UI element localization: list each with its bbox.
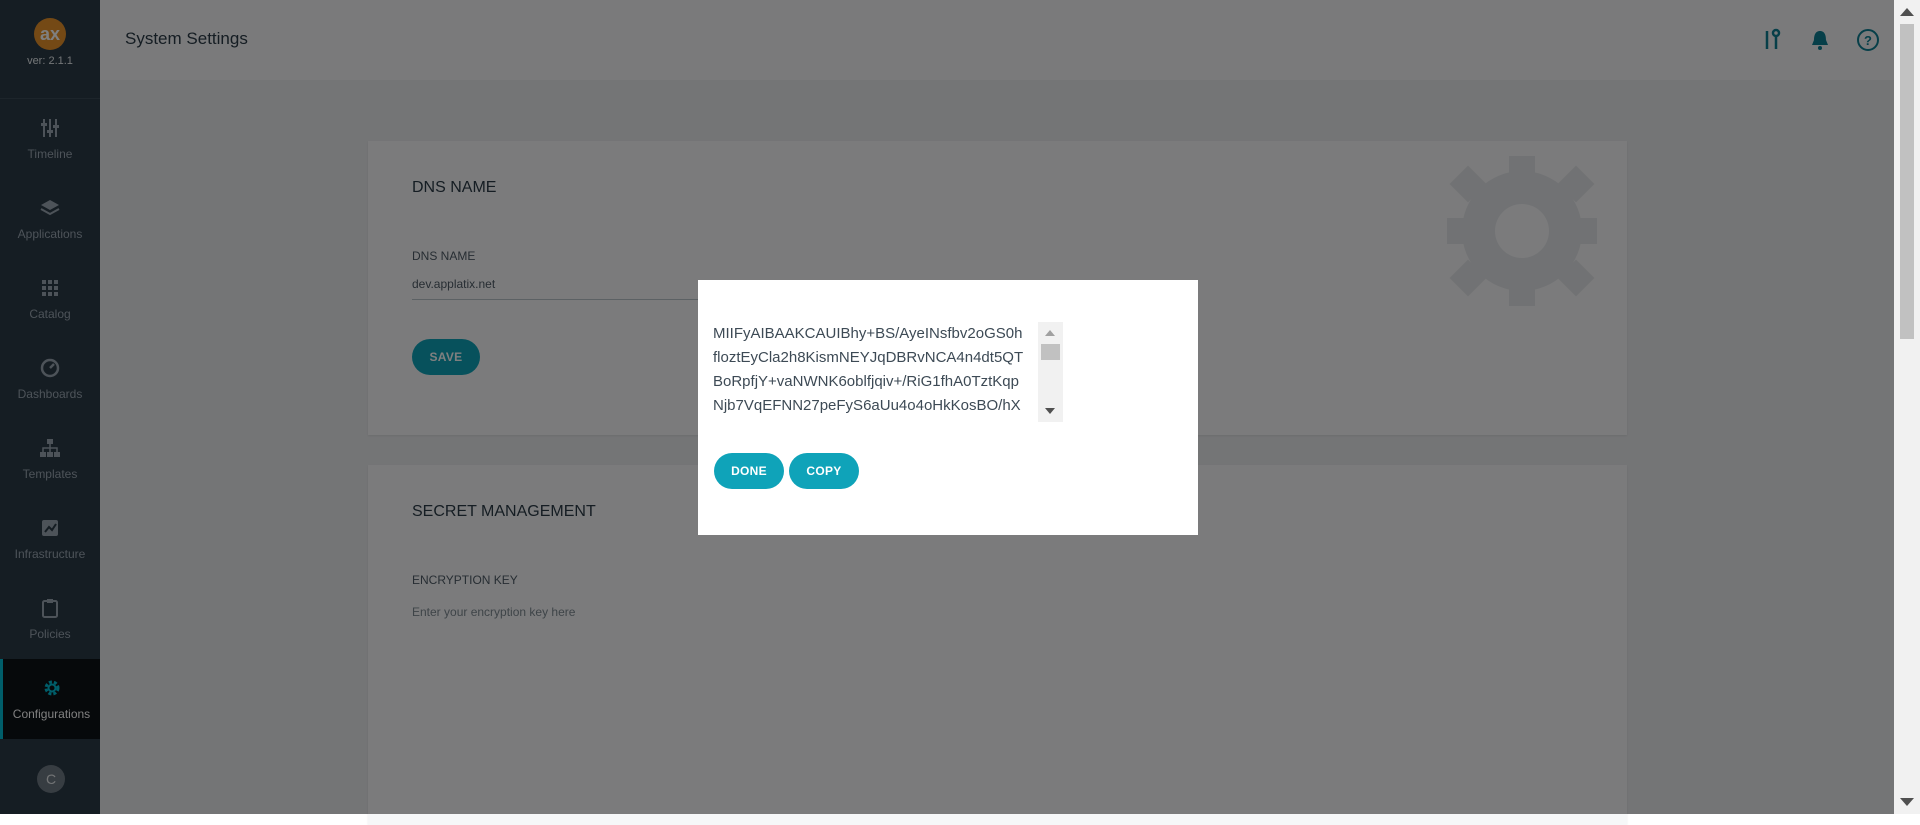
- copy-button[interactable]: COPY: [789, 453, 859, 489]
- key-scrollbar[interactable]: [1038, 322, 1063, 422]
- scroll-up-arrow-icon[interactable]: [1900, 8, 1914, 16]
- scroll-down-arrow-icon[interactable]: [1045, 408, 1055, 414]
- encryption-key-modal: MIIFyAIBAAKCAUIBhy+BS/AyeINsfbv2oGS0h fl…: [698, 280, 1198, 535]
- key-line: floztEyCla2h8KismNEYJqDBRvNCA4n4dt5QT: [713, 349, 1024, 366]
- page-scrollbar[interactable]: [1894, 0, 1920, 814]
- scroll-thumb[interactable]: [1900, 24, 1914, 339]
- key-textarea[interactable]: MIIFyAIBAAKCAUIBhy+BS/AyeINsfbv2oGS0h fl…: [713, 322, 1063, 422]
- done-button[interactable]: DONE: [714, 453, 784, 489]
- key-line: BoRpfjY+vaNWNK6oblfjqiv+/RiG1fhA0TztKqp: [713, 373, 1019, 390]
- key-line: Njb7VqEFNN27peFyS6aUu4o4oHkKosBO/hX: [713, 397, 1021, 414]
- key-line: MIIFyAIBAAKCAUIBhy+BS/AyeINsfbv2oGS0h: [713, 325, 1023, 342]
- scroll-up-arrow-icon[interactable]: [1045, 330, 1055, 336]
- key-text: MIIFyAIBAAKCAUIBhy+BS/AyeINsfbv2oGS0h fl…: [713, 322, 1038, 418]
- scroll-down-arrow-icon[interactable]: [1900, 798, 1914, 806]
- scroll-thumb[interactable]: [1041, 344, 1060, 360]
